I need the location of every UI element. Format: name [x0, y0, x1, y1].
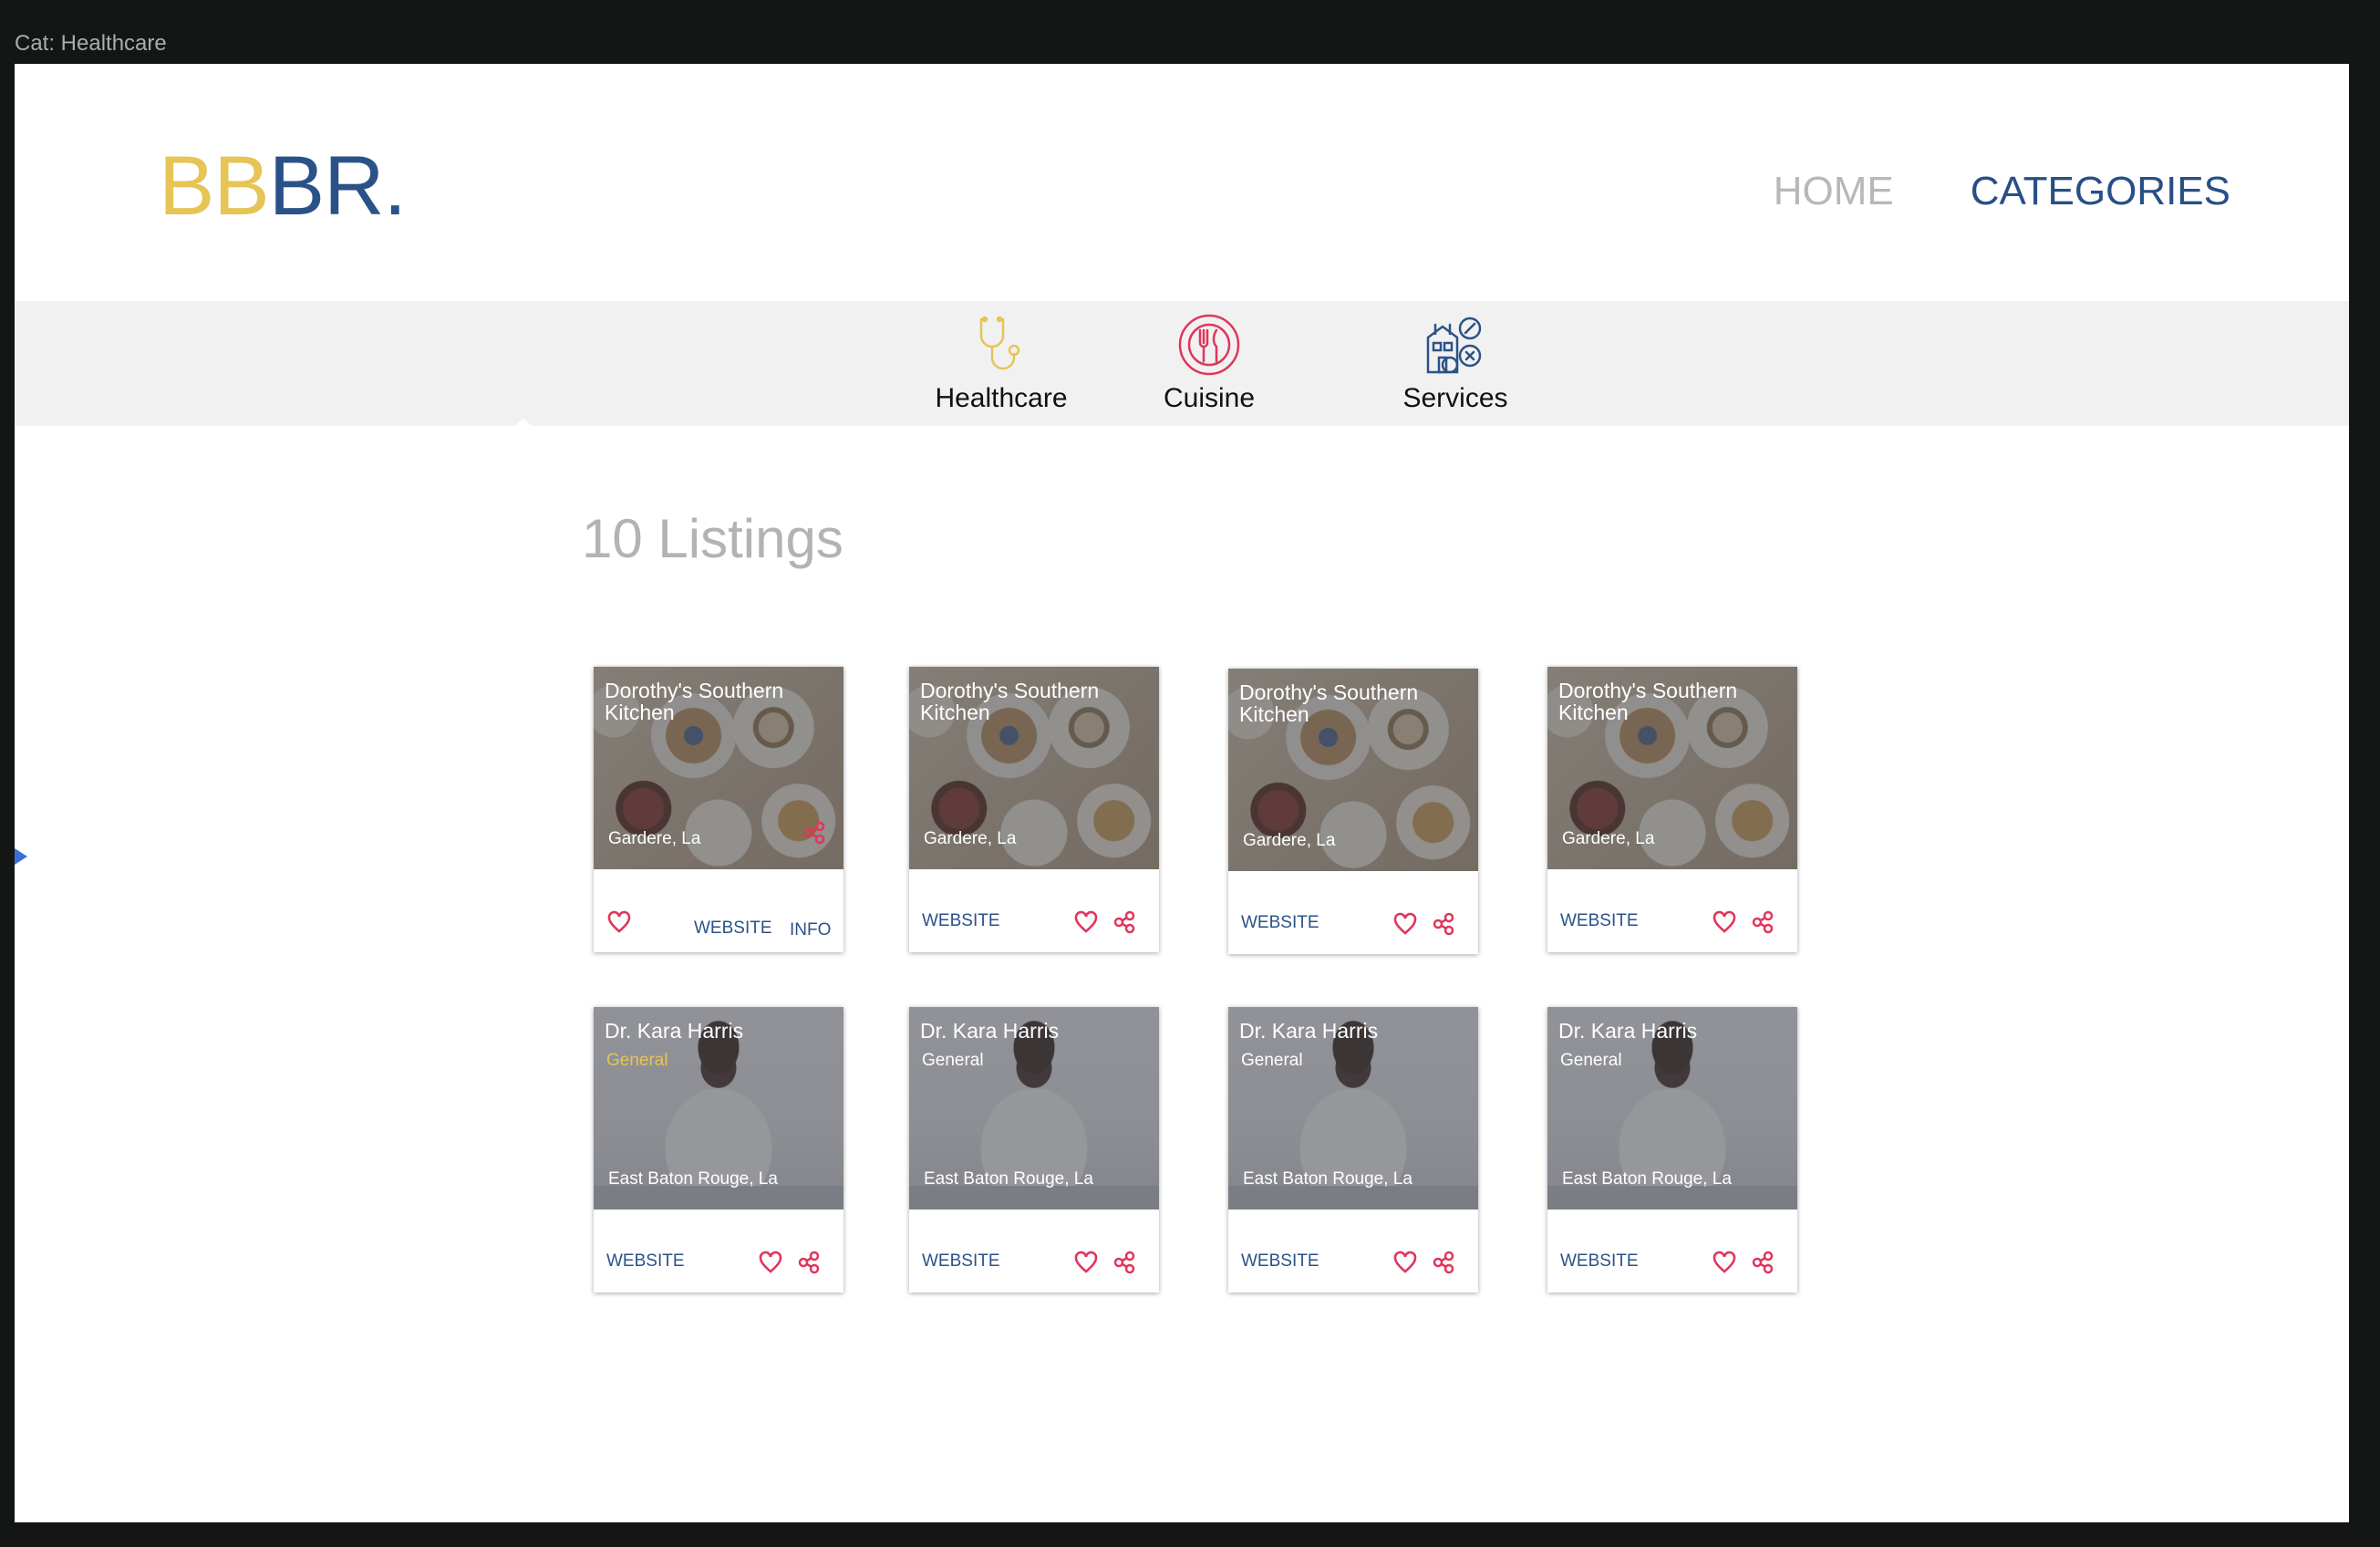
card-footer: WEBSITE: [909, 869, 1159, 952]
category-healthcare[interactable]: Healthcare: [910, 312, 1092, 414]
share-icon[interactable]: [1750, 1250, 1775, 1275]
card-location: East Baton Rouge, La: [1243, 1169, 1412, 1189]
card-title: Dorothy's Southern Kitchen: [1239, 680, 1419, 726]
card-location: Gardere, La: [1562, 829, 1655, 848]
listing-card[interactable]: Dr. Kara Harris General East Baton Rouge…: [1228, 1007, 1478, 1293]
card-specialty: General: [606, 1051, 668, 1070]
card-image[interactable]: Dorothy's Southern Kitchen Gardere, La: [1547, 667, 1797, 869]
category-cuisine[interactable]: Cuisine: [1127, 312, 1291, 414]
category-bar: Healthcare Cuisine Services: [15, 301, 2349, 426]
logo[interactable]: BBBR.: [159, 144, 407, 228]
website-button[interactable]: WEBSITE: [694, 919, 774, 937]
side-marker: [15, 848, 27, 865]
website-button[interactable]: WEBSITE: [922, 1252, 1002, 1270]
listing-card[interactable]: Dr. Kara Harris General East Baton Rouge…: [594, 1007, 843, 1293]
logo-part-blue: BR.: [268, 140, 407, 233]
category-services[interactable]: Services: [1364, 312, 1547, 414]
heart-icon[interactable]: [1712, 1250, 1737, 1275]
share-icon[interactable]: [1112, 1250, 1137, 1275]
listing-card[interactable]: Dr. Kara Harris General East Baton Rouge…: [1547, 1007, 1797, 1293]
listing-card[interactable]: Dorothy's Southern Kitchen Gardere, La W…: [1547, 667, 1797, 952]
website-button[interactable]: WEBSITE: [1560, 912, 1640, 929]
card-image[interactable]: Dr. Kara Harris General East Baton Rouge…: [909, 1007, 1159, 1210]
card-location: Gardere, La: [924, 829, 1017, 848]
card-title: Dorothy's Southern Kitchen: [920, 679, 1100, 724]
share-icon[interactable]: [1750, 909, 1775, 935]
card-specialty: General: [1241, 1051, 1303, 1070]
share-icon[interactable]: [1431, 911, 1456, 937]
nav-categories[interactable]: CATEGORIES: [1971, 171, 2230, 212]
card-footer: WEBSITE: [1228, 871, 1478, 954]
card-footer: WEBSITE: [1547, 1210, 1797, 1293]
card-title: Dorothy's Southern Kitchen: [605, 679, 784, 724]
share-icon[interactable]: [802, 820, 827, 846]
heart-icon[interactable]: [1392, 911, 1418, 937]
card-image[interactable]: Dorothy's Southern Kitchen Gardere, La: [1228, 669, 1478, 871]
share-icon[interactable]: [1431, 1250, 1456, 1275]
card-image[interactable]: Dorothy's Southern Kitchen Gardere, La: [594, 667, 843, 869]
card-image[interactable]: Dr. Kara Harris General East Baton Rouge…: [1228, 1007, 1478, 1210]
website-button[interactable]: WEBSITE: [1241, 1252, 1350, 1270]
listing-card[interactable]: Dorothy's Southern Kitchen Gardere, La W…: [1228, 669, 1478, 954]
card-footer: WEBSITE: [594, 1210, 843, 1293]
card-location: East Baton Rouge, La: [608, 1169, 778, 1189]
frame-title: Cat: Healthcare: [15, 31, 167, 56]
card-image[interactable]: Dr. Kara Harris General East Baton Rouge…: [594, 1007, 843, 1210]
card-image[interactable]: Dorothy's Southern Kitchen Gardere, La: [909, 667, 1159, 869]
website-button[interactable]: WEBSITE: [1241, 914, 1321, 931]
active-category-pointer: [512, 419, 534, 428]
share-icon[interactable]: [1112, 909, 1137, 935]
website-button[interactable]: WEBSITE: [1560, 1252, 1640, 1270]
card-footer: WEBSITE: [1547, 869, 1797, 952]
card-specialty: General: [922, 1051, 984, 1070]
card-title: Dorothy's Southern Kitchen: [1558, 679, 1738, 724]
card-location: Gardere, La: [1243, 831, 1336, 850]
card-title: Dr. Kara Harris: [1239, 1019, 1379, 1043]
website-button[interactable]: WEBSITE: [606, 1252, 687, 1270]
services-building-icon: [1426, 317, 1482, 374]
website-button[interactable]: WEBSITE: [922, 912, 1002, 929]
heart-icon[interactable]: [1073, 1250, 1099, 1275]
artboard: BBBR. HOME CATEGORIES Healthcare Cuisine: [15, 64, 2349, 1522]
listing-card[interactable]: Dorothy's Southern Kitchen Gardere, La W…: [909, 667, 1159, 952]
card-title: Dr. Kara Harris: [605, 1019, 744, 1043]
card-footer: WEBSITE: [1228, 1210, 1478, 1293]
card-footer: WEBSITE: [909, 1210, 1159, 1293]
listing-card[interactable]: Dorothy's Southern Kitchen Gardere, La W…: [594, 667, 843, 952]
heart-icon[interactable]: [606, 909, 632, 935]
heart-icon[interactable]: [1073, 909, 1099, 935]
logo-part-yellow: BB: [159, 140, 270, 233]
share-icon[interactable]: [796, 1250, 822, 1275]
card-footer: WEBSITE INFO: [594, 869, 843, 952]
card-location: Gardere, La: [608, 829, 701, 848]
fork-knife-icon: [1178, 314, 1240, 376]
heart-icon[interactable]: [1712, 909, 1737, 935]
category-label: Cuisine: [1163, 383, 1256, 413]
card-image[interactable]: Dr. Kara Harris General East Baton Rouge…: [1547, 1007, 1797, 1210]
nav-home[interactable]: HOME: [1774, 171, 1894, 212]
card-title: Dr. Kara Harris: [920, 1019, 1060, 1043]
card-specialty: General: [1560, 1051, 1622, 1070]
card-location: East Baton Rouge, La: [1562, 1169, 1732, 1189]
category-label: Healthcare: [935, 383, 1068, 413]
heart-icon[interactable]: [758, 1250, 783, 1275]
listings-count: 10 Listings: [582, 508, 843, 569]
card-location: East Baton Rouge, La: [924, 1169, 1093, 1189]
stethoscope-icon: [979, 316, 1020, 370]
category-label: Services: [1402, 383, 1508, 413]
card-title: Dr. Kara Harris: [1558, 1019, 1698, 1043]
heart-icon[interactable]: [1392, 1250, 1418, 1275]
info-button[interactable]: INFO: [790, 920, 831, 940]
listing-card[interactable]: Dr. Kara Harris General East Baton Rouge…: [909, 1007, 1159, 1293]
main-nav: HOME CATEGORIES: [1774, 171, 2230, 212]
